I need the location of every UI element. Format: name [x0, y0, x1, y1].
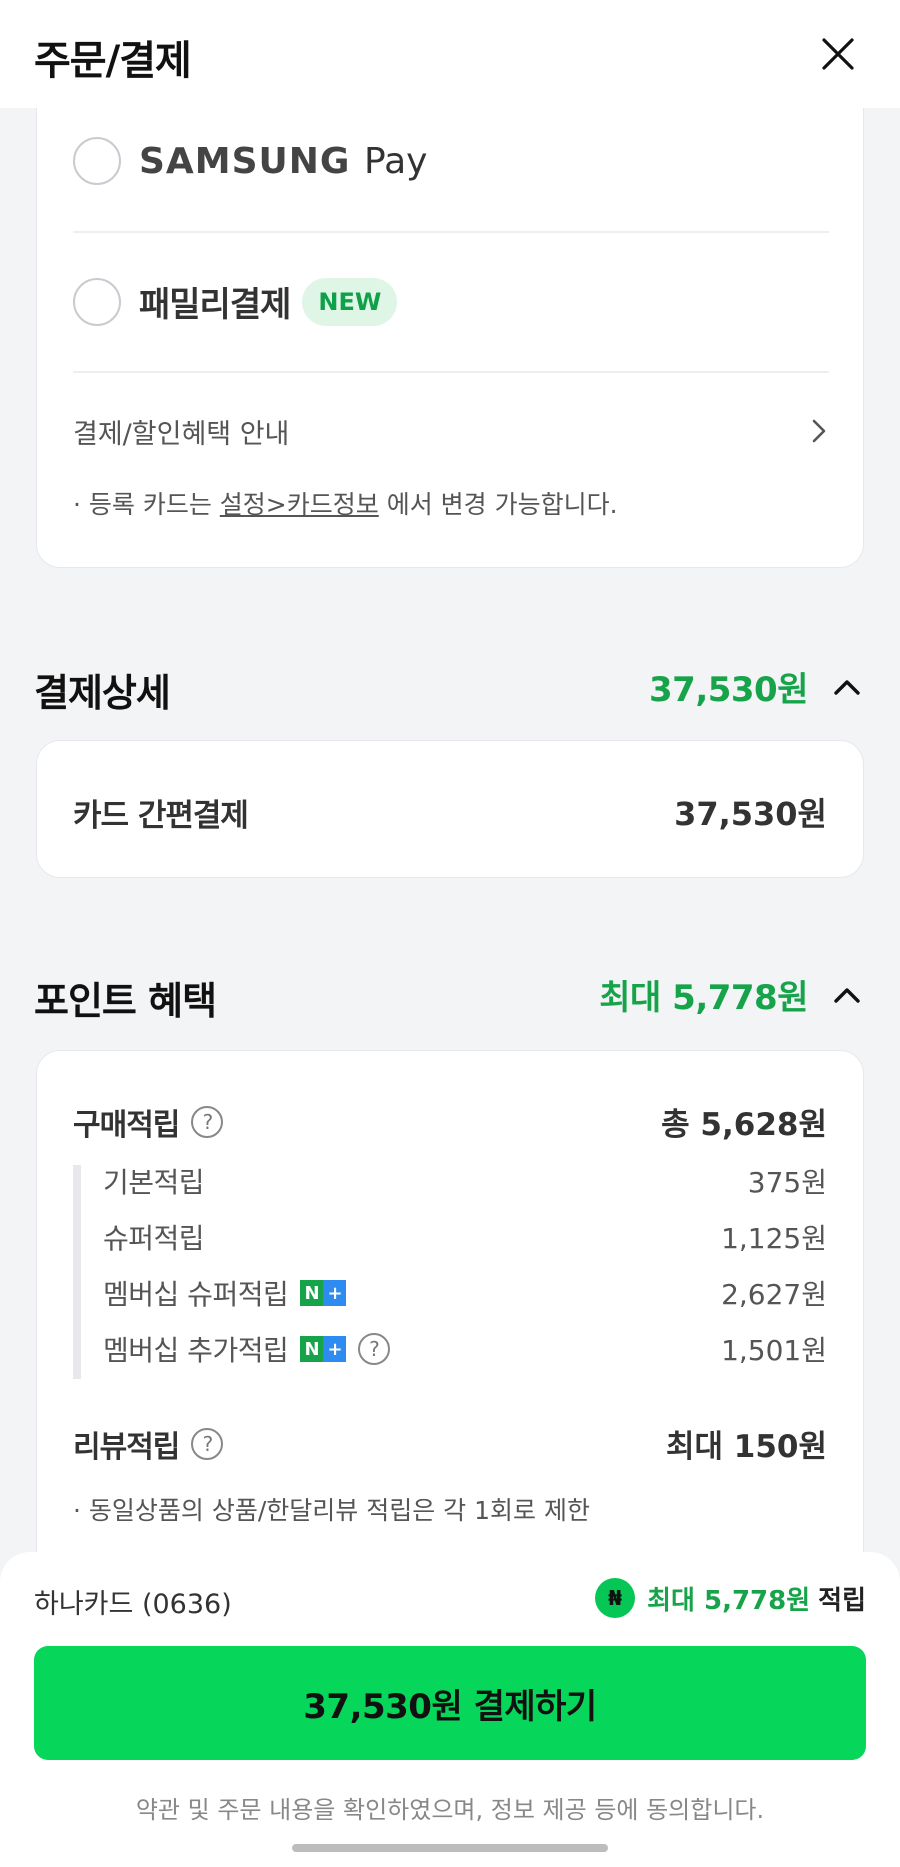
top-header: 주문/결제 [0, 0, 900, 108]
chevron-up-icon[interactable] [830, 670, 864, 704]
samsung-pay-option[interactable]: SAMSUNG Pay [73, 137, 427, 185]
new-badge: NEW [302, 277, 398, 326]
divider [73, 231, 829, 233]
basic-reward-label: 기본적립 [103, 1166, 205, 1199]
close-button[interactable] [818, 34, 858, 74]
reward-amount: 최대 5,778원 [647, 1585, 811, 1616]
sub-items-bar [73, 1165, 81, 1379]
family-pay-option[interactable]: 패밀리결제 NEW [73, 277, 398, 326]
list-item: 멤버십 추가적립 N + ? 1,501원 [103, 1329, 827, 1369]
list-item: 슈퍼적립 1,125원 [103, 1217, 827, 1257]
payment-detail-toggle[interactable]: 37,530원 [649, 662, 864, 711]
payment-detail-card: 카드 간편결제 37,530원 [36, 740, 864, 878]
help-icon[interactable]: ? [358, 1333, 391, 1365]
home-indicator [292, 1844, 608, 1852]
payment-total: 37,530원 [649, 670, 808, 710]
point-total: 최대 5,778원 [599, 978, 808, 1018]
page-title: 주문/결제 [34, 38, 192, 84]
bottom-payment-bar: 하나카드 (0636) ₦ 최대 5,778원 적립 37,530원 결제하기 … [0, 1552, 900, 1867]
family-pay-label: 패밀리결제 [139, 285, 291, 325]
membership-extra-label: 멤버십 추가적립 [103, 1334, 289, 1367]
list-item: 기본적립 375원 [103, 1161, 827, 1201]
review-reward-value: 최대 150원 [665, 1429, 827, 1465]
point-benefit-title: 포인트 혜택 [34, 979, 217, 1023]
payment-method-card: SAMSUNG Pay 패밀리결제 NEW 결제/할인혜택 안내 · 등록 카드… [36, 60, 864, 568]
help-icon[interactable]: ? [191, 1105, 224, 1138]
naver-plus-badge-icon: N + [300, 1336, 347, 1362]
pay-button[interactable]: 37,530원 결제하기 [34, 1646, 866, 1760]
point-benefit-toggle[interactable]: 최대 5,778원 [599, 970, 864, 1019]
family-pay-radio[interactable] [73, 277, 121, 326]
reward-suffix: 적립 [818, 1585, 866, 1616]
selected-card: 하나카드 (0636) [34, 1589, 232, 1620]
super-reward-label: 슈퍼적립 [103, 1222, 205, 1255]
chevron-right-icon [812, 419, 826, 443]
agreement-text: 약관 및 주문 내용을 확인하였으며, 정보 제공 등에 동의합니다. [135, 1796, 765, 1824]
close-icon[interactable] [818, 34, 858, 74]
membership-super-label: 멤버십 슈퍼적립 [103, 1278, 289, 1311]
help-icon[interactable]: ? [191, 1427, 224, 1460]
purchase-reward-value: 총 5,628원 [661, 1107, 827, 1143]
benefit-info-link[interactable]: 결제/할인혜택 안내 [73, 409, 829, 453]
reward-summary: ₦ 최대 5,778원 적립 [595, 1578, 866, 1618]
card-pay-label: 카드 간편결제 [73, 797, 249, 834]
chevron-up-icon[interactable] [830, 978, 864, 1012]
membership-extra-value: 1,501원 [721, 1334, 827, 1367]
benefit-info-label: 결제/할인혜택 안내 [73, 418, 290, 450]
naver-plus-badge-icon: N + [300, 1280, 347, 1306]
card-change-note: · 등록 카드는 설정>카드정보 에서 변경 가능합니다. [73, 490, 618, 519]
divider [73, 371, 829, 373]
samsung-pay-radio[interactable] [73, 137, 121, 185]
card-pay-value: 37,530원 [674, 795, 827, 833]
review-reward-row: 리뷰적립 ? 최대 150원 [73, 1421, 827, 1466]
list-item: 멤버십 슈퍼적립 N + 2,627원 [103, 1273, 827, 1313]
payment-detail-title: 결제상세 [34, 671, 171, 715]
review-reward-label: 리뷰적립 [73, 1429, 180, 1465]
samsung-pay-logo: SAMSUNG Pay [139, 140, 428, 182]
purchase-reward-label: 구매적립 [73, 1107, 180, 1143]
card-pay-row: 카드 간편결제 37,530원 [73, 789, 827, 835]
naver-point-icon: ₦ [595, 1578, 636, 1618]
membership-super-value: 2,627원 [721, 1278, 827, 1311]
basic-reward-value: 375원 [747, 1166, 827, 1199]
card-settings-link[interactable]: 설정>카드정보 [220, 490, 379, 519]
purchase-reward-row: 구매적립 ? 총 5,628원 [73, 1099, 827, 1144]
super-reward-value: 1,125원 [721, 1222, 827, 1255]
review-note: · 동일상품의 상품/한달리뷰 적립은 각 1회로 제한 [73, 1496, 590, 1525]
